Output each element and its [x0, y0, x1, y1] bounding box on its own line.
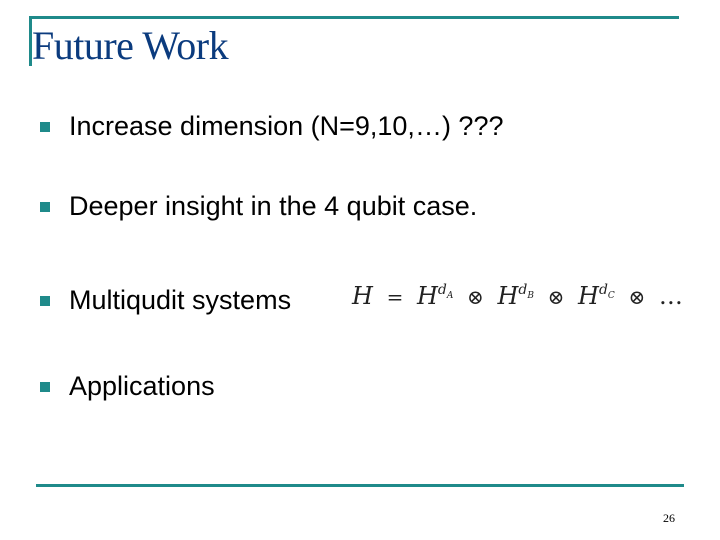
bullet-item: Applications [40, 373, 215, 400]
tensor-product-icon: ⊗ [628, 285, 646, 309]
bullet-item: Increase dimension (N=9,10,…) ??? [40, 113, 503, 140]
bullet-item: Multiqudit systems [40, 287, 291, 314]
bullet-square-icon [40, 201, 50, 212]
hilbert-space-formula: H = HdA ⊗ HdB ⊗ HdC ⊗ … [352, 282, 683, 310]
formula-lhs: H [352, 282, 373, 310]
slide-title: Future Work [32, 23, 229, 68]
bullet-square-icon [40, 121, 50, 132]
bullet-text: Increase dimension (N=9,10,…) ??? [69, 111, 504, 141]
formula-exponent: dA [437, 282, 454, 301]
tensor-product-icon: ⊗ [547, 285, 565, 309]
bullet-square-icon [40, 295, 50, 306]
bullet-text: Multiqudit systems [69, 285, 292, 315]
bullet-item: Deeper insight in the 4 qubit case. [40, 193, 477, 220]
formula-exponent: dC [598, 282, 615, 301]
formula-term: H [578, 282, 599, 310]
title-rule-top [29, 16, 679, 19]
formula-term: H [416, 282, 438, 310]
formula-equals: = [386, 285, 404, 309]
formula-ellipsis: … [658, 282, 683, 310]
bullet-text: Deeper insight in the 4 qubit case. [69, 191, 478, 221]
bullet-square-icon [40, 381, 50, 392]
footer-rule [36, 484, 684, 487]
tensor-product-icon: ⊗ [467, 285, 484, 309]
bullet-text: Applications [69, 371, 215, 401]
page-number: 26 [663, 511, 675, 525]
formula-term: H [497, 282, 519, 310]
formula-exponent: dB [518, 282, 534, 301]
